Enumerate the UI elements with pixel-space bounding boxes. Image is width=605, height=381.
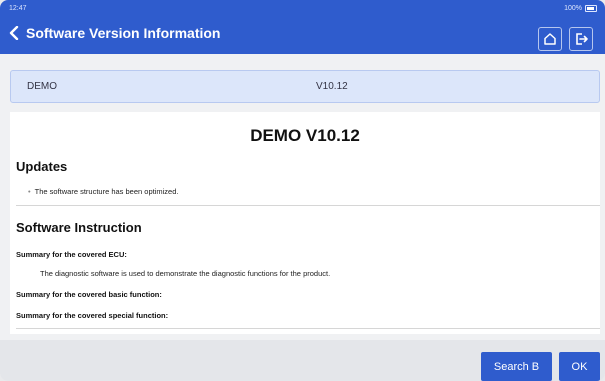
- exit-button[interactable]: [569, 27, 593, 51]
- ok-button[interactable]: OK: [559, 352, 600, 381]
- summary-ecu-label: Summary for the covered ECU:: [16, 250, 127, 259]
- software-version: V10.12: [316, 81, 348, 92]
- search-button[interactable]: Search B: [481, 352, 552, 381]
- software-name: DEMO: [27, 81, 57, 92]
- updates-heading: Updates: [16, 159, 68, 174]
- exit-icon: [576, 33, 588, 45]
- update-item-text: The software structure has been optimize…: [34, 187, 179, 196]
- status-time: 12:47: [9, 5, 27, 12]
- software-version-row: DEMO V10.12: [10, 70, 600, 103]
- screen: 12:47 100% Software Version Information …: [0, 0, 605, 381]
- home-icon: [544, 33, 556, 45]
- divider: [16, 328, 600, 329]
- battery-icon: [585, 5, 597, 12]
- instruction-heading: Software Instruction: [16, 220, 142, 235]
- summary-special-label: Summary for the covered special function…: [16, 311, 169, 320]
- page-title: Software Version Information: [26, 25, 221, 41]
- status-indicators: 100%: [564, 5, 597, 12]
- summary-basic-label: Summary for the covered basic function:: [16, 290, 162, 299]
- title-bar: 12:47 100% Software Version Information: [0, 0, 605, 54]
- divider: [16, 205, 600, 206]
- bullet-icon: •: [28, 187, 31, 196]
- document-title: DEMO V10.12: [250, 126, 360, 145]
- document-panel[interactable]: DEMO V10.12 Updates • The software struct…: [10, 112, 600, 334]
- update-item: • The software structure has been optimiz…: [28, 187, 178, 196]
- chevron-left-icon: [9, 26, 19, 40]
- title-row: Software Version Information: [8, 25, 220, 41]
- back-button[interactable]: [8, 25, 20, 41]
- battery-percent: 100%: [564, 5, 582, 12]
- home-button[interactable]: [538, 27, 562, 51]
- summary-ecu-text: The diagnostic software is used to demon…: [40, 269, 331, 278]
